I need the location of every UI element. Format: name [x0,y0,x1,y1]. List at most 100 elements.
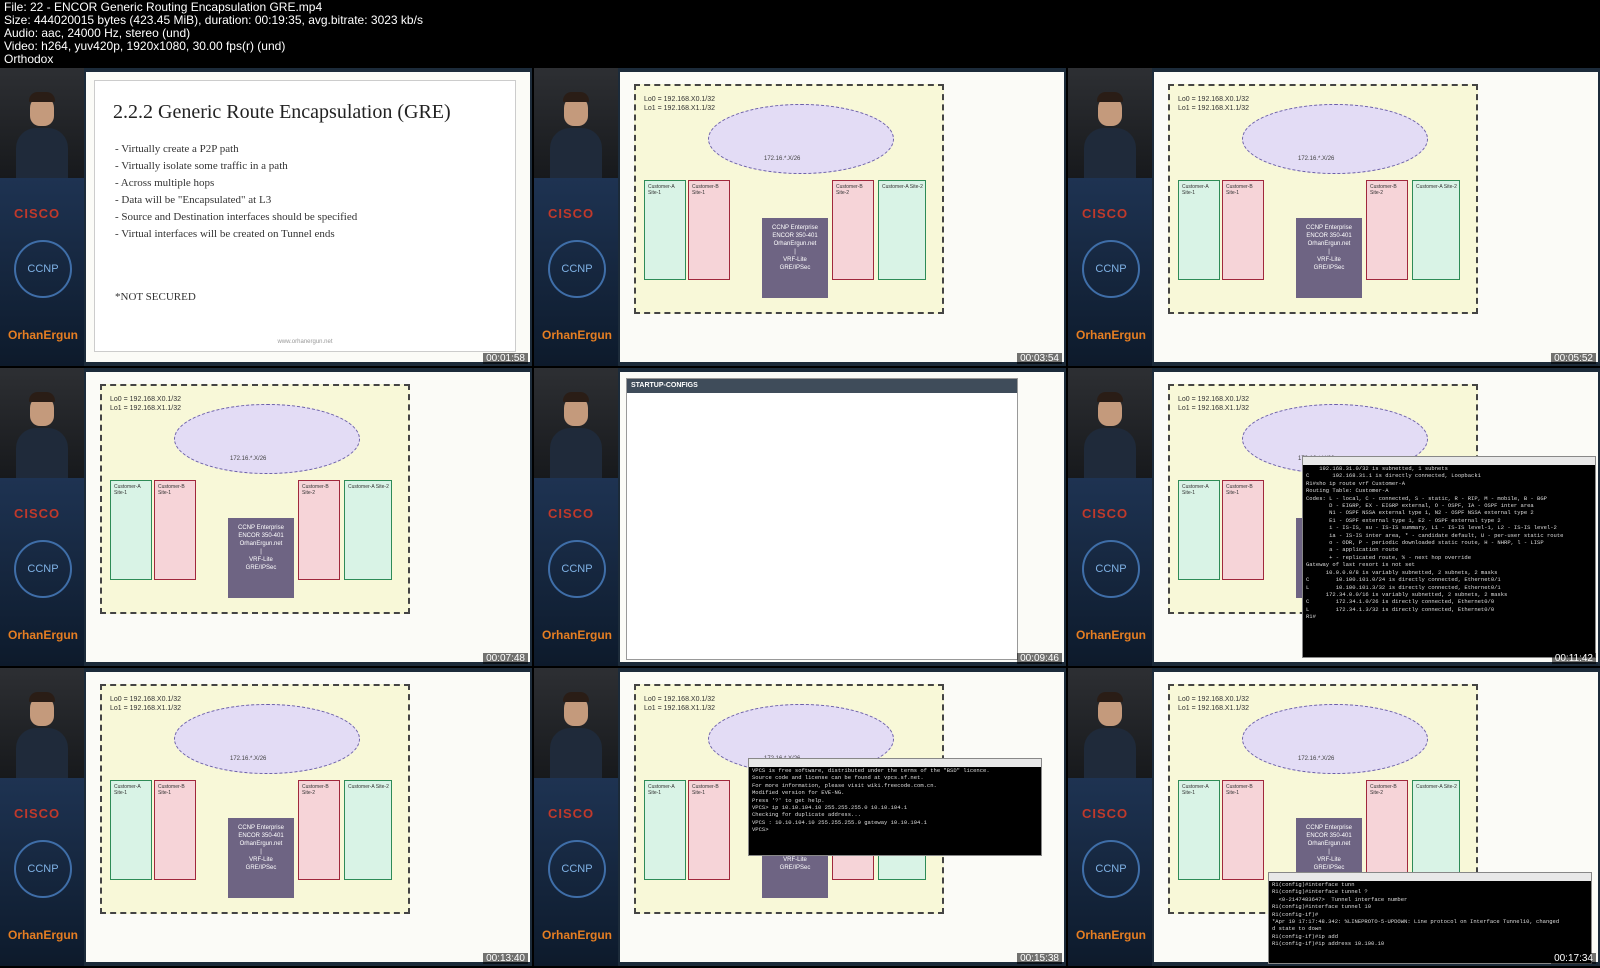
presenter-hair [563,692,589,702]
thumbnail-3[interactable]: CISCO CCNP OrhanErgun Lo0 = 192.168.X0.1/32… [1068,68,1600,366]
brand-logo: OrhanErgun [1076,928,1147,942]
provider-cloud [174,704,360,774]
brand-sidebar: CISCO CCNP OrhanErgun [0,178,84,366]
site-label: Customer-A Site-1 [1182,784,1209,796]
terminal-line: Checking for duplicate address... [752,811,861,819]
thumbnail-8[interactable]: CISCO CCNP OrhanErgun Lo0 = 192.168.X0.1/32… [534,668,1066,966]
terminal-line: o - ODR, P - periodic downloaded static … [1306,539,1544,547]
presenter-shirt [1084,128,1136,178]
tunnel-terminal[interactable]: R1(config)#interface tunn R1(config)#inte… [1268,872,1592,964]
course-info-line: ENCOR 350-401 [1306,233,1352,239]
screen-capture: Lo0 = 192.168.X0.1/32 Lo1 = 192.168.X1.1/… [620,72,1064,362]
slide-bullet: - Virtual interfaces will be created on … [115,228,335,240]
lo1-label: Lo1 = 192.168.X1.1/32 [110,705,182,712]
course-info-line: ENCOR 350-401 [1306,833,1352,839]
presenter-hair [29,392,55,402]
topology-diagram: Lo0 = 192.168.X0.1/32 Lo1 = 192.168.X1.1/… [100,384,410,614]
site-site-b2: Customer-B Site-2 [1366,780,1408,880]
size-line: Size: 444020015 bytes (423.45 MiB), dura… [4,13,423,27]
site-label: Customer-A Site-1 [648,184,675,196]
ccnp-logo: CCNP [1082,240,1140,298]
course-info-line: OrhanErgun.net [773,241,817,247]
screen-capture: STARTUP-CONFIGS [620,372,1064,662]
topology-diagram: Lo0 = 192.168.X0.1/32 Lo1 = 192.168.X1.1/… [100,684,410,914]
slide-bullet: - Across multiple hops [115,177,215,189]
topology-diagram: Lo0 = 192.168.X0.1/32 Lo1 = 192.168.X1.1/… [634,84,944,314]
tag-line: Orthodox [4,52,54,66]
cisco-logo: CISCO [14,506,61,521]
site-label: Customer-B Site-1 [1226,184,1253,196]
presenter-hair [1097,92,1123,102]
lo1-label: Lo1 = 192.168.X1.1/32 [110,405,182,412]
terminal-line: VPCS> ip 10.10.104.10 255.255.255.0 10.1… [752,804,908,812]
thumbnail-2[interactable]: CISCO CCNP OrhanErgun Lo0 = 192.168.X0.1/32… [534,68,1066,366]
routing-terminal[interactable]: 192.168.31.0/32 is subnetted, 1 subnets C… [1302,456,1596,658]
terminal-line: R1(config-if)#ip add [1272,932,1339,940]
thumbnail-6[interactable]: CISCO CCNP OrhanErgun Lo0 = 192.168.X0.1/32… [1068,368,1600,666]
presenter-camera [0,368,84,478]
thumbnail-5[interactable]: CISCO CCNP OrhanErgun STARTUP-CONFIGS 00:09:… [534,368,1066,666]
brand-sidebar: CISCO CCNP OrhanErgun [534,778,618,966]
terminal-line: R1(config)#interface tunnel 10 [1272,903,1372,911]
thumbnail-7[interactable]: CISCO CCNP OrhanErgun Lo0 = 192.168.X0.1/32… [0,668,532,966]
site-label: Customer-A Site-2 [348,784,389,790]
provider-cloud [1242,104,1428,174]
provider-cloud [174,404,360,474]
terminal-line: R1#sho ip route vrf Customer-A [1306,479,1406,487]
site-site-b1: Customer-B Site-1 [154,780,196,880]
terminal-line: For more information, please visit wiki.… [752,781,937,789]
thumbnail-1[interactable]: CISCO CCNP OrhanErgun 2.2.2 Generic Route E… [0,68,532,366]
site-site-a2: Customer-A Site-2 [878,180,926,280]
ccnp-logo: CCNP [14,840,72,898]
terminal-line: 172.34.0.0/16 is variably subnetted, 2 s… [1306,590,1508,598]
course-info-line: ENCOR 350-401 [772,233,818,239]
brand-logo: OrhanErgun [542,928,613,942]
provider-cloud [708,104,894,174]
timestamp: 00:11:42 [1551,653,1596,664]
terminal-line: + - replicated route, % - next hop overr… [1306,553,1472,561]
lo1-label: Lo1 = 192.168.X1.1/32 [644,105,716,112]
site-site-b1: Customer-B Site-1 [1222,480,1264,580]
slide-note: *NOT SECURED [115,291,196,303]
brand-sidebar: CISCO CCNP OrhanErgun [1068,778,1152,966]
presenter-shirt [16,728,68,778]
timestamp: 00:17:34 [1551,953,1596,964]
course-info-line: CCNP Enterprise [238,825,284,831]
cisco-logo: CISCO [14,806,61,821]
terminal-titlebar[interactable] [749,759,1041,767]
terminal-line: VPCS> [752,826,772,834]
site-label: Customer-A Site-2 [1416,184,1457,190]
thumbnail-9[interactable]: CISCO CCNP OrhanErgun Lo0 = 192.168.X0.1/32… [1068,668,1600,966]
vpcs-terminal[interactable]: VPCS is free software, distributed under… [748,758,1042,856]
presenter-hair [563,92,589,102]
terminal-line: N1 - OSPF NSSA external type 1, N2 - OSP… [1306,509,1534,517]
timestamp: 00:15:38 [1017,953,1062,964]
site-site-a2: Customer-A Site-2 [344,480,392,580]
site-site-a1: Customer-A Site-1 [1178,480,1220,580]
terminal-line: E1 - OSPF external type 1, E2 - OSPF ext… [1306,516,1501,524]
terminal-titlebar[interactable] [1303,457,1595,465]
terminal-line: d state to down [1272,925,1322,933]
timestamp: 00:05:52 [1551,353,1596,364]
terminal-line: R1(config)#interface tunnel ? [1272,888,1368,896]
timestamp: 00:03:54 [1017,353,1062,364]
course-info-line: CCNP Enterprise [1306,825,1352,831]
site-site-b1: Customer-B Site-1 [688,180,730,280]
presenter-shirt [550,728,602,778]
site-label: Customer-B Site-1 [692,784,719,796]
timestamp: 00:13:40 [483,953,528,964]
presenter-camera [534,368,618,478]
lo1-label: Lo1 = 192.168.X1.1/32 [644,705,716,712]
terminal-titlebar[interactable] [1269,873,1591,881]
site-label: Customer-B Site-1 [158,784,185,796]
brand-sidebar: CISCO CCNP OrhanErgun [1068,478,1152,666]
screen-capture: Lo0 = 192.168.X0.1/32 Lo1 = 192.168.X1.1/… [86,372,530,662]
startup-configs-panel[interactable]: STARTUP-CONFIGS [626,378,1018,660]
terminal-line: R1# [1306,613,1316,621]
brand-sidebar: CISCO CCNP OrhanErgun [0,478,84,666]
ccnp-logo: CCNP [14,240,72,298]
thumbnail-4[interactable]: CISCO CCNP OrhanErgun Lo0 = 192.168.X0.1/32… [0,368,532,666]
presenter-shirt [16,128,68,178]
lo0-label: Lo0 = 192.168.X0.1/32 [1178,96,1250,103]
course-info-line: GRE/IPSec [1313,265,1345,271]
